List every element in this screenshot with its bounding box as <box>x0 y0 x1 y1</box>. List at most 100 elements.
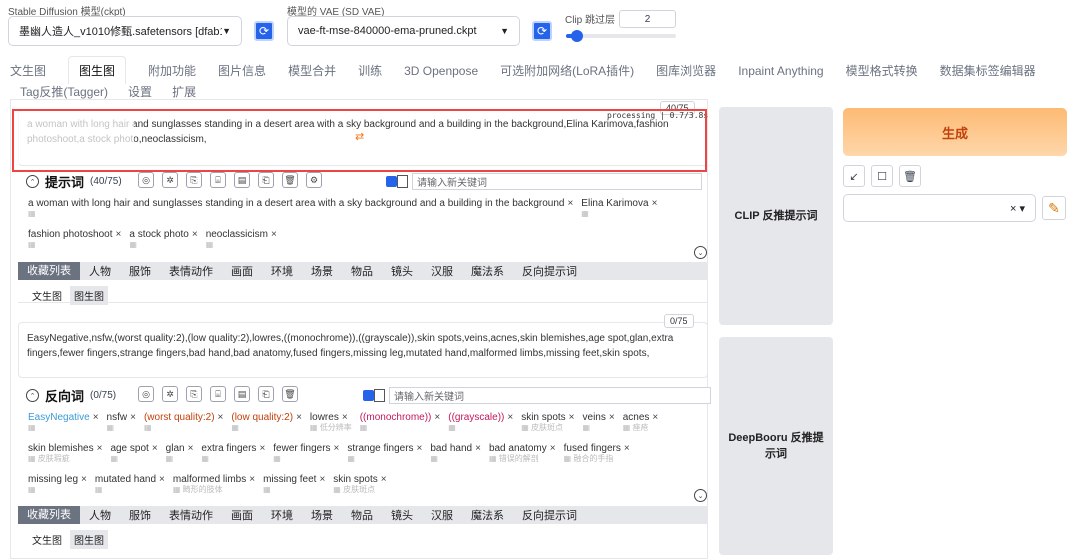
trash-icon[interactable]: 🗑 <box>282 386 298 402</box>
category-tab-4[interactable]: 画面 <box>222 507 262 523</box>
prompt-tag[interactable]: a woman with long hair and sunglasses st… <box>28 198 573 229</box>
category-tab-8[interactable]: 镜头 <box>382 263 422 279</box>
prompt-tag[interactable]: extra fingers × ▦ <box>201 443 265 474</box>
prompt-tag[interactable]: (worst quality:2) × ▦ <box>144 412 223 443</box>
clip-skip-slider-handle[interactable] <box>570 30 583 42</box>
remove-tag-icon[interactable]: × <box>475 443 481 454</box>
category-tab-3[interactable]: 表情动作 <box>160 507 222 523</box>
remove-tag-icon[interactable]: × <box>130 412 136 423</box>
remove-tag-icon[interactable]: × <box>271 229 277 240</box>
category-tab-7[interactable]: 物品 <box>342 263 382 279</box>
prompt-tag[interactable]: fused fingers × ▦ 融合的手指 <box>564 443 630 474</box>
prompt-tag[interactable]: missing leg × ▦ <box>28 474 87 505</box>
tab-10[interactable]: 模型格式转换 <box>846 57 918 84</box>
vae-select[interactable]: vae-ft-mse-840000-ema-pruned.ckpt ▼ <box>287 16 520 46</box>
refresh-ckpt-icon[interactable]: ⟳ <box>254 21 274 41</box>
remove-tag-icon[interactable]: × <box>188 443 194 454</box>
remove-tag-icon[interactable]: × <box>334 443 340 454</box>
ckpt-select[interactable]: 墨幽人造人_v1010修甄.safetensors [dfab1a612 ▼ <box>8 16 242 46</box>
negative-keyword-input[interactable]: 请输入新关键词 <box>389 387 711 404</box>
trash-icon[interactable]: 🗑 <box>282 172 298 188</box>
refresh-vae-icon[interactable]: ⟳ <box>532 21 552 41</box>
remove-tag-icon[interactable]: × <box>342 412 348 423</box>
sub-tab-1[interactable]: 图生图 <box>70 530 108 549</box>
prompt-tag[interactable]: strange fingers × ▦ <box>347 443 422 474</box>
history-icon[interactable]: ▤ <box>234 386 250 402</box>
prompt-tag[interactable]: nsfw × ▦ <box>107 412 136 443</box>
tab-3[interactable]: 图片信息 <box>218 57 266 84</box>
remove-tag-icon[interactable]: × <box>93 412 99 423</box>
expand-icon[interactable]: ⌄ <box>694 489 707 502</box>
prompt-tag[interactable]: malformed limbs × ▦ 畸形的肢体 <box>173 474 255 505</box>
prompt-tag[interactable]: mutated hand × ▦ <box>95 474 165 505</box>
tab-5[interactable]: 训练 <box>358 57 382 84</box>
remove-tag-icon[interactable]: × <box>652 412 658 423</box>
remove-tag-icon[interactable]: × <box>652 198 658 209</box>
remove-tag-icon[interactable]: × <box>259 443 265 454</box>
category-tab-9[interactable]: 汉服 <box>422 263 462 279</box>
prompt-tag[interactable]: veins × ▦ <box>583 412 615 443</box>
remove-tag-icon[interactable]: × <box>609 412 615 423</box>
trash-icon[interactable]: 🗑 <box>899 165 921 187</box>
prompt-tag[interactable]: acnes × ▦ 痤疮 <box>623 412 659 443</box>
prompt-tag[interactable]: bad anatomy × ▦ 错误的解剖 <box>489 443 556 474</box>
remove-tag-icon[interactable]: × <box>434 412 440 423</box>
clip-interrogate-button[interactable]: CLIP 反推提示词 <box>719 107 833 325</box>
tab-9[interactable]: Inpaint Anything <box>738 59 823 83</box>
category-tab-6[interactable]: 场景 <box>302 507 342 523</box>
tab-row2-1[interactable]: 设置 <box>128 83 152 100</box>
copy-icon[interactable]: ⎘ <box>186 172 202 188</box>
prompt-tag[interactable]: skin spots × ▦ 皮肤斑点 <box>521 412 574 443</box>
remove-tag-icon[interactable]: × <box>192 229 198 240</box>
remove-tag-icon[interactable]: × <box>97 443 103 454</box>
tab-6[interactable]: 3D Openpose <box>404 59 478 83</box>
square-icon[interactable]: ☐ <box>871 165 893 187</box>
tab-8[interactable]: 图库浏览器 <box>656 57 716 84</box>
prompt-tag[interactable]: age spot × ▦ <box>110 443 157 474</box>
sub-tab-0[interactable]: 文生图 <box>28 530 66 549</box>
category-tab-1[interactable]: 人物 <box>80 263 120 279</box>
tab-row2-0[interactable]: Tag反推(Tagger) <box>20 83 108 100</box>
tab-1[interactable]: 图生图 <box>68 56 127 84</box>
remove-tag-icon[interactable]: × <box>550 443 556 454</box>
category-tab-0[interactable]: 收藏列表 <box>18 262 80 280</box>
paste-icon[interactable]: ⌸ <box>210 172 226 188</box>
pencil-icon[interactable]: ✎ <box>1042 196 1066 220</box>
paste-icon[interactable]: ⌸ <box>210 386 226 402</box>
collapse-icon[interactable]: ⌃ <box>26 175 39 188</box>
prompt-tag[interactable]: a stock photo × ▦ <box>129 229 197 260</box>
clip-skip-slider[interactable] <box>566 30 676 42</box>
prompt-tag[interactable]: missing feet × ▦ <box>263 474 325 505</box>
clipboard-icon[interactable]: ⎗ <box>258 172 274 188</box>
category-tab-5[interactable]: 环境 <box>262 263 302 279</box>
prompt-tag[interactable]: ((monochrome)) × ▦ <box>360 412 441 443</box>
category-tab-10[interactable]: 魔法系 <box>462 507 513 523</box>
prompt-tag[interactable]: neoclassicism × ▦ <box>206 229 277 260</box>
category-tab-10[interactable]: 魔法系 <box>462 263 513 279</box>
category-tab-7[interactable]: 物品 <box>342 507 382 523</box>
copy-icon[interactable]: ⎘ <box>186 386 202 402</box>
tab-4[interactable]: 模型合并 <box>288 57 336 84</box>
tab-7[interactable]: 可选附加网络(LoRA插件) <box>500 57 634 84</box>
prompt-tag[interactable]: glan × ▦ <box>166 443 194 474</box>
prompt-tag[interactable]: skin spots × ▦ 皮肤斑点 <box>333 474 386 505</box>
clear-icon[interactable]: × ▾ <box>1010 202 1025 215</box>
remove-tag-icon[interactable]: × <box>319 474 325 485</box>
keyword-checkbox[interactable] <box>363 390 374 401</box>
category-tab-1[interactable]: 人物 <box>80 507 120 523</box>
expand-icon[interactable]: ⌄ <box>694 246 707 259</box>
remove-tag-icon[interactable]: × <box>569 412 575 423</box>
remove-tag-icon[interactable]: × <box>507 412 513 423</box>
remove-tag-icon[interactable]: × <box>159 474 165 485</box>
arrow-back-icon[interactable]: ↙ <box>843 165 865 187</box>
category-tab-6[interactable]: 场景 <box>302 263 342 279</box>
category-tab-0[interactable]: 收藏列表 <box>18 506 80 524</box>
prompt-tag[interactable]: Elina Karimova × ▦ <box>581 198 657 229</box>
settings-icon[interactable]: ⚙ <box>306 172 322 188</box>
tab-row2-2[interactable]: 扩展 <box>172 83 196 100</box>
gear-icon[interactable]: ✲ <box>162 386 178 402</box>
prompt-tag[interactable]: fewer fingers × ▦ <box>273 443 339 474</box>
category-tab-2[interactable]: 服饰 <box>120 507 160 523</box>
category-tab-4[interactable]: 画面 <box>222 263 262 279</box>
remove-tag-icon[interactable]: × <box>81 474 87 485</box>
